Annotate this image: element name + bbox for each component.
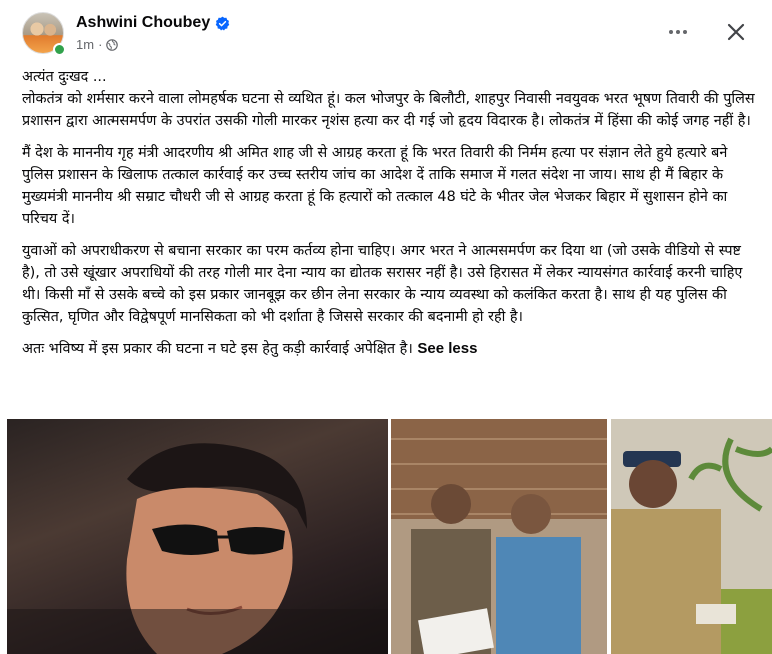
more-options-icon xyxy=(683,30,687,34)
meta-separator: · xyxy=(98,37,103,52)
post-text: अत्यंत दुःखद ... लोकतंत्र को शर्मसार करन… xyxy=(22,66,762,370)
post-header: Ashwini Choubey 1m · xyxy=(22,12,762,56)
photo-police-officer-illustration xyxy=(611,419,772,654)
post-meta: 1m · xyxy=(76,37,119,52)
post-paragraph: अतः भविष्य में इस प्रकार की घटना न घटे इ… xyxy=(22,341,413,357)
verified-badge-icon xyxy=(215,16,230,31)
photo-man-sunglasses[interactable] xyxy=(7,419,388,654)
post-paragraph: युवाओं को अपराधीकरण से बचाना सरकार का पर… xyxy=(22,243,743,325)
photo-man-sunglasses-illustration xyxy=(7,443,388,654)
post-paragraph-last: अतः भविष्य में इस प्रकार की घटना न घटे इ… xyxy=(22,338,762,360)
post-card: Ashwini Choubey 1m · अत्यंत दुःखद ... लो… xyxy=(0,0,772,654)
close-icon[interactable] xyxy=(722,18,750,46)
author-name-row: Ashwini Choubey xyxy=(76,14,230,32)
globe-icon xyxy=(106,38,119,51)
photo-police-officer[interactable] xyxy=(611,419,772,654)
post-time[interactable]: 1m xyxy=(76,37,94,52)
more-options-icon xyxy=(676,30,680,34)
photo-certificate-handover[interactable] xyxy=(391,419,607,654)
post-paragraph: मैं देश के माननीय गृह मंत्री आदरणीय श्री… xyxy=(22,145,728,227)
photo-certificate-handover-illustration xyxy=(391,419,607,654)
author-name[interactable]: Ashwini Choubey xyxy=(76,14,210,32)
more-options-button[interactable] xyxy=(662,20,694,44)
post-paragraph: अत्यंत दुःखद ... लोकतंत्र को शर्मसार करन… xyxy=(22,69,755,129)
photo-grid xyxy=(7,419,772,654)
see-less-link[interactable]: See less xyxy=(417,340,477,357)
online-status-dot xyxy=(53,43,66,56)
more-options-icon xyxy=(669,30,673,34)
